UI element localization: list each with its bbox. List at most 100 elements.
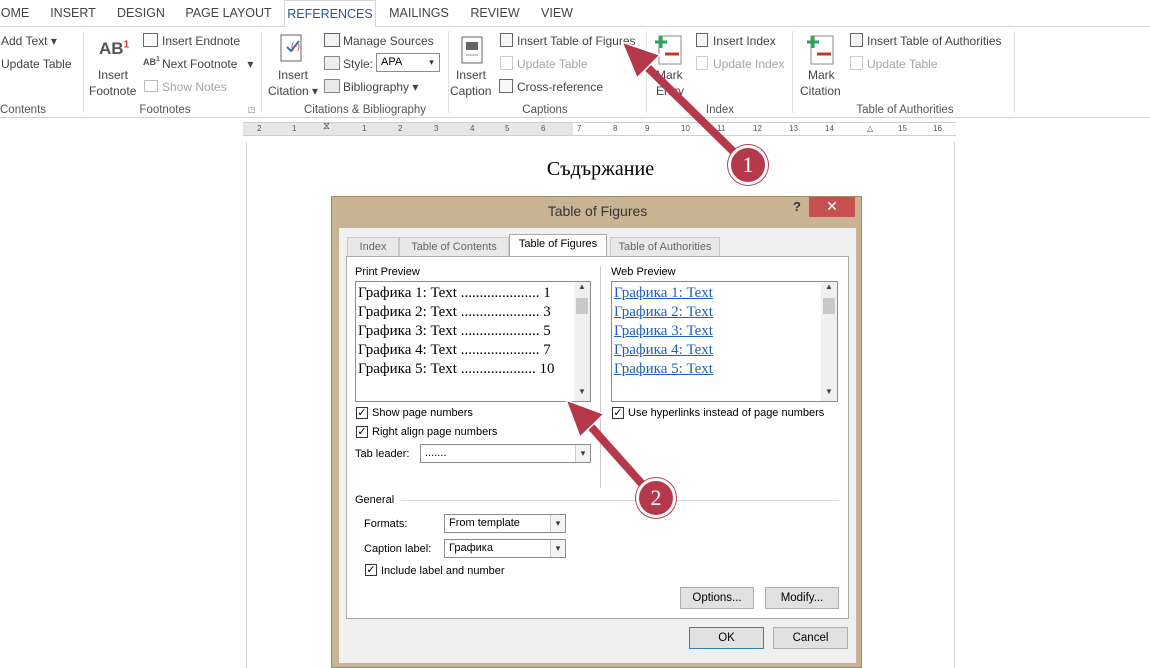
- bibliography-button[interactable]: Bibliography ▾: [343, 80, 418, 94]
- mark-entry-button-line1[interactable]: Mark: [656, 68, 683, 82]
- include-label-checkbox[interactable]: ✓: [365, 564, 377, 576]
- options-button[interactable]: Options...: [680, 587, 754, 609]
- ruler-number: 8: [613, 124, 618, 133]
- next-footnote-icon: AB1: [143, 56, 160, 67]
- ruler-number: 12: [753, 124, 762, 133]
- close-icon[interactable]: ✕: [809, 197, 855, 217]
- update-table-of-authorities-button[interactable]: Update Table: [867, 57, 938, 71]
- web-preview-link[interactable]: Графика 2: Text: [614, 303, 713, 322]
- show-page-numbers-checkbox[interactable]: ✓: [356, 407, 368, 419]
- formats-label: Formats:: [364, 518, 408, 530]
- insert-footnote-icon: AB1: [99, 39, 130, 58]
- chevron-down-icon: ▾: [550, 540, 565, 557]
- group-label-footnotes: Footnotes: [139, 104, 191, 116]
- print-preview-line: Графика 1: Text ..................... 1: [358, 285, 551, 301]
- scroll-up-icon[interactable]: ▲: [575, 282, 589, 296]
- insert-table-of-figures-button[interactable]: Insert Table of Figures: [517, 34, 636, 48]
- tab-leader-select[interactable]: ....... ▾: [420, 444, 591, 463]
- tab-page-layout[interactable]: PAGE LAYOUT: [181, 0, 276, 27]
- divider: [401, 500, 839, 501]
- group-separator: [83, 31, 84, 113]
- ruler-number: 5: [505, 124, 510, 133]
- bibliography-icon: [324, 79, 340, 93]
- insert-citation-icon: (-): [280, 34, 302, 62]
- update-index-button[interactable]: Update Index: [713, 57, 784, 71]
- cross-reference-icon: [499, 79, 513, 93]
- style-select[interactable]: APA ▾: [376, 53, 440, 72]
- use-hyperlinks-checkbox[interactable]: ✓: [612, 407, 624, 419]
- insert-footnote-button-line1[interactable]: Insert: [97, 68, 129, 82]
- tab-design[interactable]: DESIGN: [110, 0, 172, 27]
- insert-caption-icon: [461, 36, 483, 64]
- ribbon-tab-bar: OME INSERT DESIGN PAGE LAYOUT REFERENCES…: [0, 0, 1150, 28]
- show-notes-button[interactable]: Show Notes: [162, 80, 227, 94]
- scroll-down-icon[interactable]: ▼: [822, 387, 836, 401]
- dialog-launcher-icon[interactable]: ◳: [248, 105, 256, 114]
- add-text-button[interactable]: Add Text ▾: [1, 34, 57, 48]
- tab-table-of-figures[interactable]: Table of Figures: [509, 234, 607, 257]
- scroll-thumb[interactable]: [576, 298, 588, 314]
- scroll-down-icon[interactable]: ▼: [575, 387, 589, 401]
- insert-index-button[interactable]: Insert Index: [713, 34, 776, 48]
- ruler-number: 11: [717, 124, 726, 133]
- include-label-label: Include label and number: [381, 565, 505, 577]
- formats-select[interactable]: From template ▾: [444, 514, 566, 533]
- web-preview-link[interactable]: Графика 1: Text: [614, 284, 713, 303]
- tab-references[interactable]: REFERENCES: [284, 0, 376, 28]
- scroll-thumb[interactable]: [823, 298, 835, 314]
- tab-index[interactable]: Index: [347, 237, 399, 257]
- web-preview-link[interactable]: Графика 4: Text: [614, 341, 713, 360]
- insert-caption-button-line2[interactable]: Caption: [450, 84, 491, 98]
- tab-table-of-authorities[interactable]: Table of Authorities: [610, 237, 720, 257]
- update-table-of-figures-button[interactable]: Update Table: [517, 57, 588, 71]
- print-preview-label: Print Preview: [355, 266, 420, 278]
- update-table-icon: [850, 56, 863, 70]
- group-separator: [448, 31, 449, 113]
- scroll-up-icon[interactable]: ▲: [822, 282, 836, 296]
- insert-index-icon: [696, 33, 708, 47]
- right-indent-marker-icon[interactable]: △: [867, 124, 873, 133]
- tab-mailings[interactable]: MAILINGS: [383, 0, 455, 27]
- indent-marker-icon[interactable]: ⧖: [323, 121, 330, 132]
- ruler-number: 15: [898, 124, 907, 133]
- print-preview-box: Графика 1: Text ..................... 1 …: [355, 281, 591, 402]
- insert-endnote-button[interactable]: Insert Endnote: [162, 34, 240, 48]
- ok-button[interactable]: OK: [689, 627, 764, 649]
- modify-button[interactable]: Modify...: [765, 587, 839, 609]
- update-table-button[interactable]: Update Table: [1, 57, 72, 71]
- next-footnote-button[interactable]: Next Footnote ▾: [162, 57, 253, 71]
- mark-citation-button-line1[interactable]: Mark: [808, 68, 835, 82]
- help-icon[interactable]: ?: [793, 199, 801, 214]
- ruler-text-area: [573, 123, 1113, 135]
- mark-entry-button-line2[interactable]: Entry: [656, 84, 684, 98]
- right-align-checkbox[interactable]: ✓: [356, 426, 368, 438]
- ruler-number: 9: [645, 124, 650, 133]
- insert-caption-button-line1[interactable]: Insert: [456, 68, 486, 82]
- mark-citation-button-line2[interactable]: Citation: [800, 84, 841, 98]
- insert-footnote-button-line2[interactable]: Footnote: [89, 84, 136, 98]
- horizontal-ruler[interactable]: 2 1 ⧖ 1 2 3 4 5 6 7 8 9 10 11 12 13 14 △…: [243, 121, 1113, 136]
- cross-reference-button[interactable]: Cross-reference: [517, 80, 603, 94]
- ruler-number: 1: [292, 124, 297, 133]
- caption-label-select[interactable]: Графика ▾: [444, 539, 566, 558]
- web-preview-link[interactable]: Графика 3: Text: [614, 322, 713, 341]
- scrollbar[interactable]: ▲ ▼: [574, 282, 590, 401]
- style-icon: [324, 56, 340, 70]
- group-label-index: Index: [705, 104, 735, 116]
- tab-view[interactable]: VIEW: [533, 0, 581, 27]
- ruler-number: 7: [577, 124, 582, 133]
- tab-table-of-contents[interactable]: Table of Contents: [399, 237, 509, 257]
- show-notes-icon: [144, 80, 158, 92]
- cancel-button[interactable]: Cancel: [773, 627, 848, 649]
- tab-home[interactable]: OME: [0, 0, 30, 27]
- insert-table-of-figures-icon: [500, 33, 513, 47]
- insert-citation-button-line1[interactable]: Insert: [278, 68, 308, 82]
- scrollbar[interactable]: ▲ ▼: [821, 282, 837, 401]
- manage-sources-button[interactable]: Manage Sources: [343, 34, 434, 48]
- insert-table-of-authorities-button[interactable]: Insert Table of Authorities: [867, 34, 1002, 48]
- callout-marker-1: 1: [728, 145, 768, 185]
- web-preview-link[interactable]: Графика 5: Text: [614, 360, 713, 379]
- insert-citation-button-line2[interactable]: Citation ▾: [268, 84, 318, 98]
- tab-review[interactable]: REVIEW: [464, 0, 526, 27]
- tab-insert[interactable]: INSERT: [44, 0, 102, 27]
